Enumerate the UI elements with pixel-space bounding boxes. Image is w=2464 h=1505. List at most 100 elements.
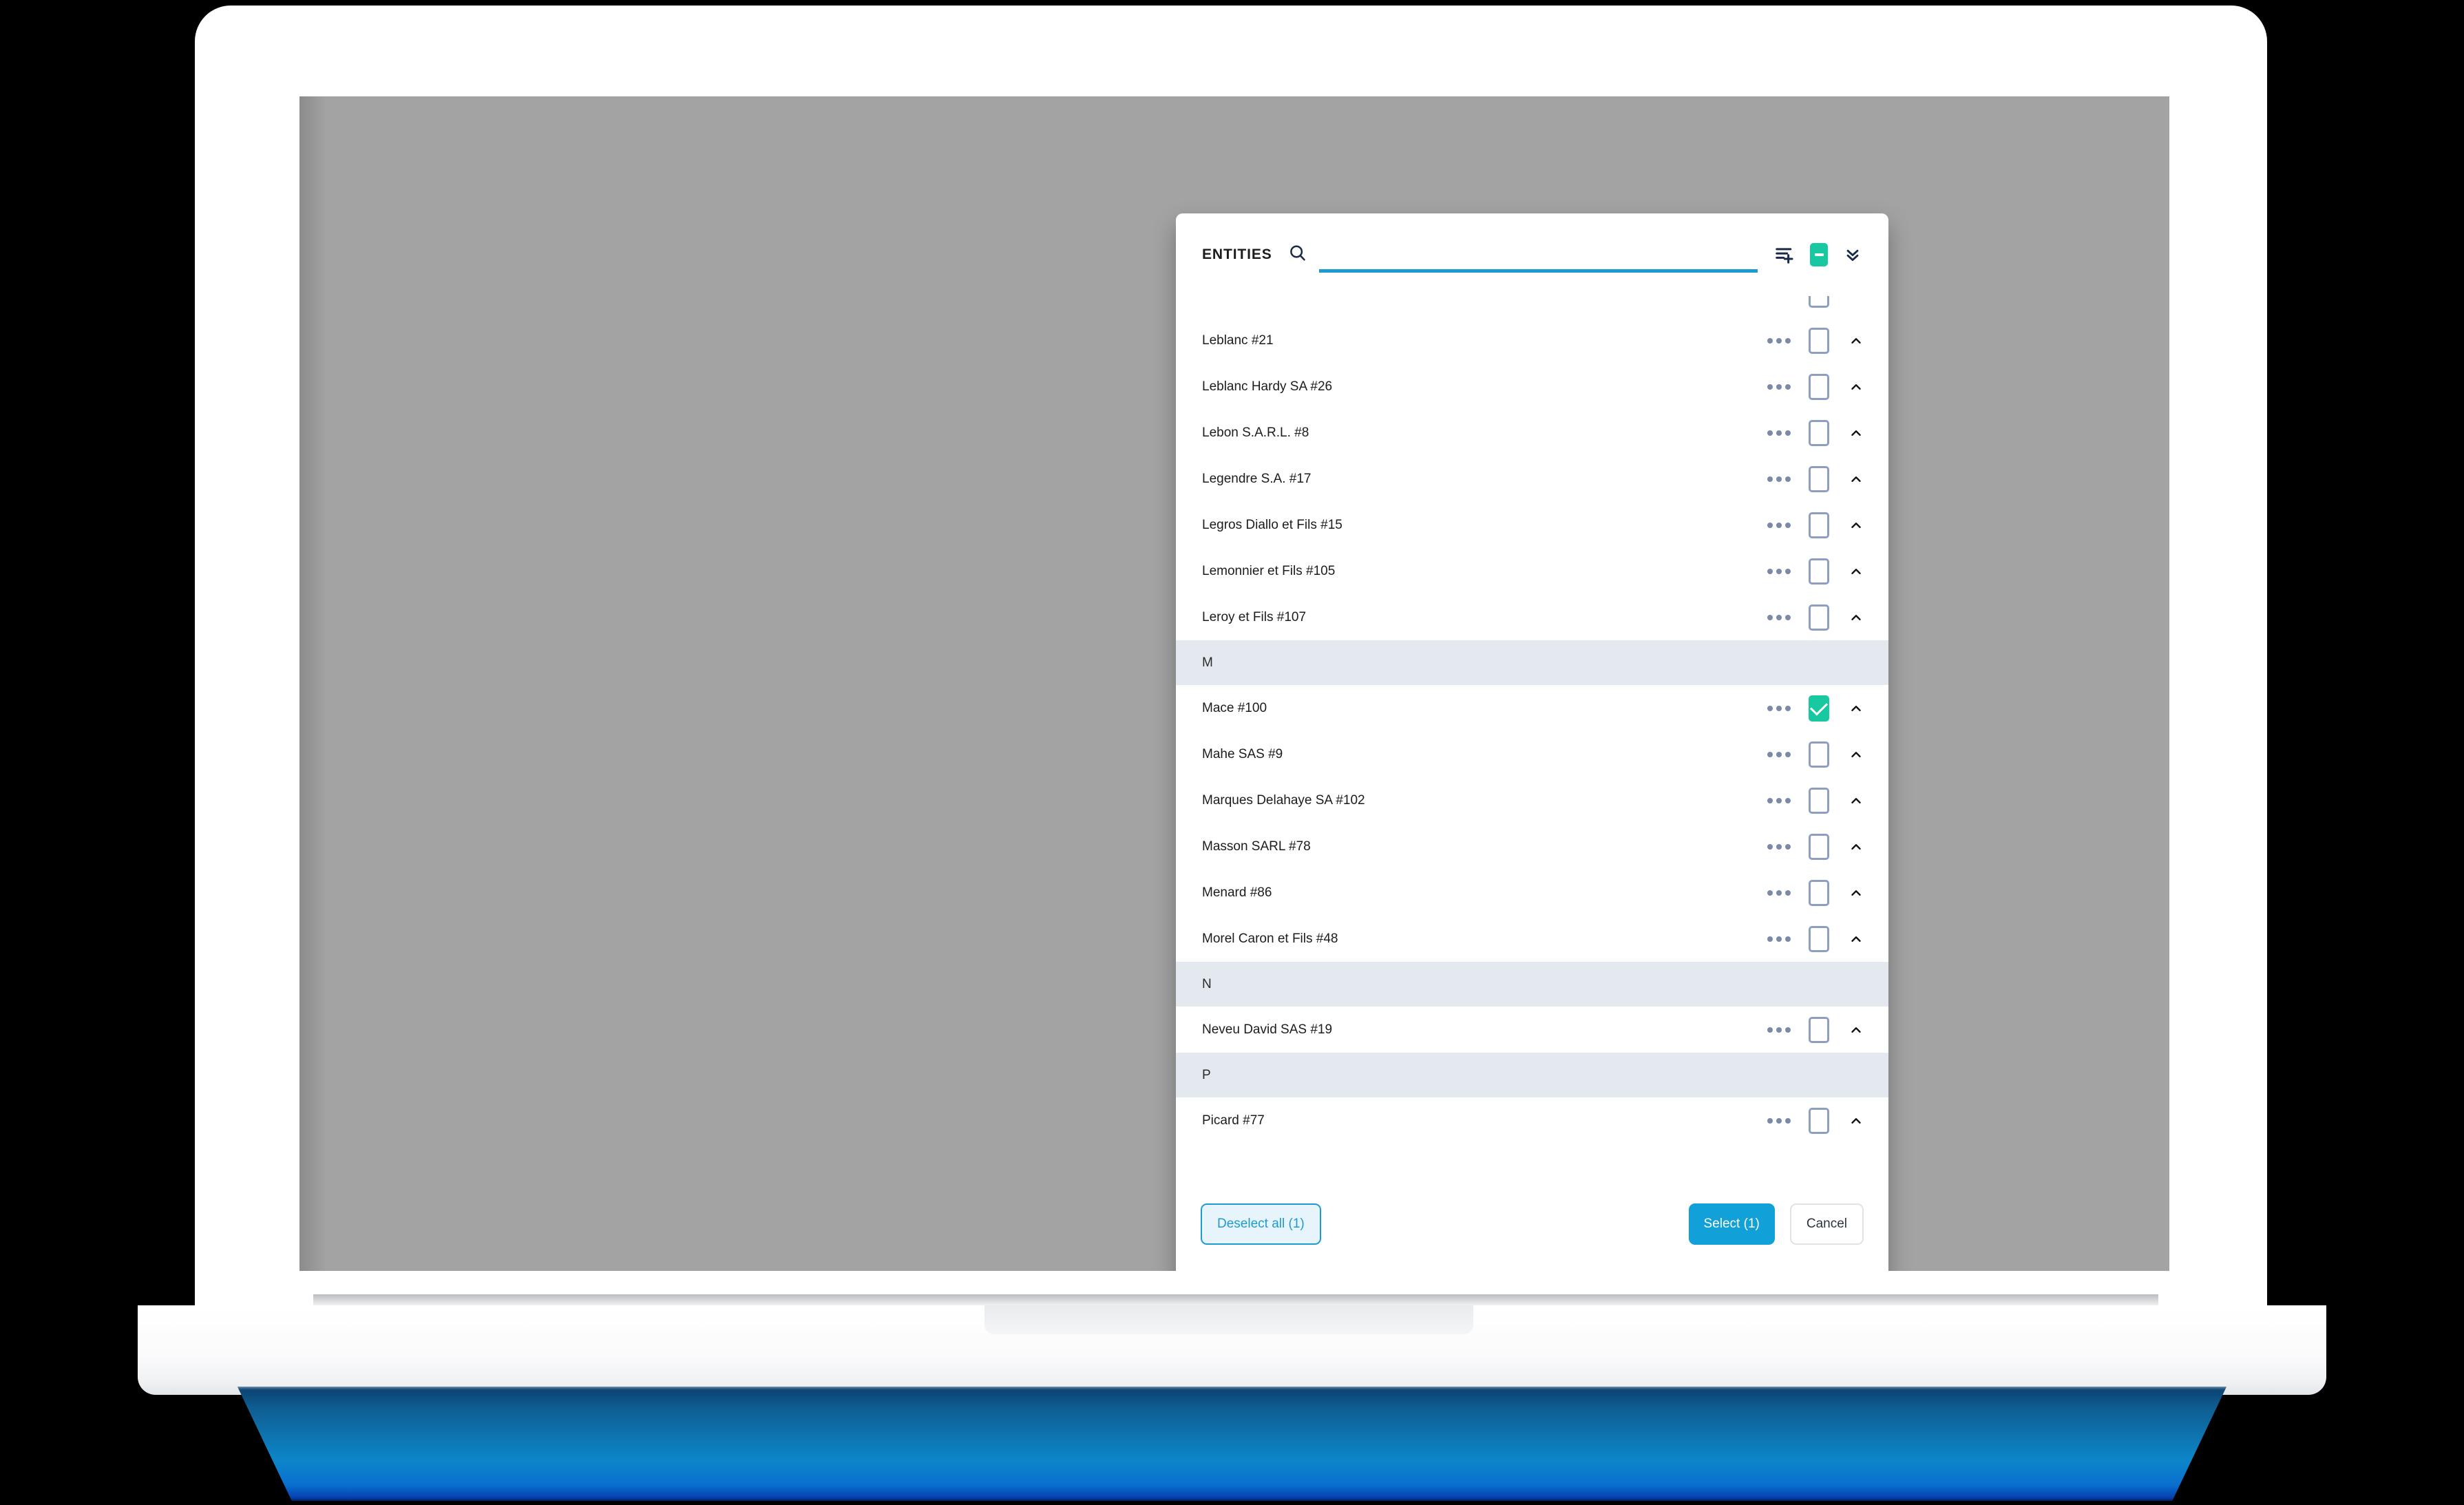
row-actions — [1767, 512, 1865, 538]
list-item[interactable]: Mahe SAS #9 — [1176, 731, 1888, 777]
chevron-up-icon[interactable] — [1847, 332, 1865, 350]
row-checkbox[interactable] — [1809, 695, 1829, 722]
row-checkbox[interactable] — [1809, 296, 1829, 308]
row-actions — [1767, 465, 1865, 492]
collapse-all-icon[interactable] — [1843, 245, 1862, 264]
list-item[interactable]: Menard #86 — [1176, 870, 1888, 916]
more-options-icon[interactable] — [1767, 614, 1791, 620]
dot — [1767, 797, 1773, 803]
list-item[interactable]: Leroy et Fils #107 — [1176, 594, 1888, 640]
list-item[interactable]: Legros Diallo et Fils #15 — [1176, 502, 1888, 548]
list-section-header: M — [1176, 640, 1888, 685]
chevron-up-icon[interactable] — [1847, 746, 1865, 764]
row-checkbox[interactable] — [1809, 879, 1829, 906]
more-options-icon[interactable] — [1767, 522, 1791, 528]
list-item[interactable]: Mace #100 — [1176, 685, 1888, 731]
chevron-up-icon[interactable] — [1847, 1021, 1865, 1039]
row-checkbox[interactable] — [1809, 465, 1829, 492]
chevron-up-icon[interactable] — [1847, 1112, 1865, 1130]
list-item[interactable]: Marques Delahaye SA #102 — [1176, 777, 1888, 823]
dot — [1785, 337, 1791, 344]
dot — [1776, 1117, 1782, 1124]
chevron-up-icon[interactable] — [1847, 699, 1865, 717]
row-checkbox[interactable] — [1809, 512, 1829, 538]
more-options-icon[interactable] — [1767, 430, 1791, 436]
dot — [1767, 705, 1773, 711]
chevron-up-icon[interactable] — [1847, 792, 1865, 810]
select-button[interactable]: Select (1) — [1688, 1203, 1775, 1245]
chevron-up-icon[interactable] — [1847, 930, 1865, 948]
dot — [1776, 936, 1782, 942]
dot — [1785, 430, 1791, 436]
more-options-icon[interactable] — [1767, 797, 1791, 803]
dot — [1776, 430, 1782, 436]
more-options-icon[interactable] — [1767, 936, 1791, 942]
more-options-icon[interactable] — [1767, 383, 1791, 390]
more-options-icon[interactable] — [1767, 1027, 1791, 1033]
indeterminate-checkbox-icon[interactable] — [1810, 243, 1828, 266]
row-checkbox[interactable] — [1809, 741, 1829, 768]
section-letter: P — [1202, 1067, 1211, 1082]
row-checkbox[interactable] — [1809, 419, 1829, 446]
more-options-icon[interactable] — [1767, 337, 1791, 344]
row-checkbox[interactable] — [1809, 1107, 1829, 1134]
row-checkbox[interactable] — [1809, 327, 1829, 354]
list-item[interactable]: Masson SARL #78 — [1176, 823, 1888, 870]
row-checkbox[interactable] — [1809, 373, 1829, 400]
row-checkbox[interactable] — [1809, 558, 1829, 585]
list-item[interactable]: Leblanc #21 — [1176, 317, 1888, 364]
row-checkbox[interactable] — [1809, 1016, 1829, 1043]
more-options-icon[interactable] — [1767, 568, 1791, 574]
list-item[interactable]: Leblanc Hardy SA #26 — [1176, 364, 1888, 410]
more-options-icon[interactable] — [1767, 751, 1791, 757]
row-checkbox[interactable] — [1809, 787, 1829, 814]
chevron-up-icon[interactable] — [1847, 516, 1865, 534]
search-input[interactable] — [1318, 242, 1758, 273]
list-item[interactable] — [1176, 296, 1888, 317]
entity-name: Menard #86 — [1202, 885, 1272, 900]
chevron-up-icon[interactable] — [1847, 838, 1865, 856]
chevron-up-icon[interactable] — [1847, 378, 1865, 396]
search-field — [1318, 237, 1758, 273]
entity-name: Mahe SAS #9 — [1202, 746, 1283, 761]
chevron-up-icon[interactable] — [1847, 609, 1865, 627]
footer-primary-actions: Select (1) Cancel — [1688, 1203, 1864, 1245]
entity-name: Morel Caron et Fils #48 — [1202, 931, 1338, 946]
dot — [1767, 430, 1773, 436]
add-to-list-icon[interactable] — [1774, 244, 1795, 265]
row-checkbox[interactable] — [1809, 604, 1829, 631]
entity-name: Legros Diallo et Fils #15 — [1202, 517, 1342, 532]
entity-list[interactable]: Leblanc #21 Leblanc Hardy SA #26 Lebon S… — [1176, 296, 1888, 1184]
list-item[interactable]: Lebon S.A.R.L. #8 — [1176, 410, 1888, 456]
dot — [1785, 522, 1791, 528]
cancel-button[interactable]: Cancel — [1789, 1203, 1864, 1245]
chevron-up-icon[interactable] — [1847, 884, 1865, 902]
list-item[interactable]: Lemonnier et Fils #105 — [1176, 548, 1888, 594]
chevron-up-icon[interactable] — [1847, 424, 1865, 442]
list-item[interactable]: Picard #77 — [1176, 1097, 1888, 1144]
entity-name: Leblanc Hardy SA #26 — [1202, 379, 1333, 394]
list-item[interactable]: Morel Caron et Fils #48 — [1176, 916, 1888, 962]
row-actions — [1767, 1016, 1865, 1043]
more-options-icon[interactable] — [1767, 1117, 1791, 1124]
list-section-header: P — [1176, 1053, 1888, 1097]
list-item[interactable]: Neveu David SAS #19 — [1176, 1007, 1888, 1053]
more-options-icon[interactable] — [1767, 476, 1791, 482]
entity-name: Masson SARL #78 — [1202, 839, 1311, 854]
dot — [1785, 936, 1791, 942]
list-item[interactable]: Legendre S.A. #17 — [1176, 456, 1888, 502]
more-options-icon[interactable] — [1767, 890, 1791, 896]
chevron-up-icon[interactable] — [1847, 562, 1865, 580]
chevron-up-icon[interactable] — [1847, 470, 1865, 488]
dot — [1785, 751, 1791, 757]
deselect-all-button[interactable]: Deselect all (1) — [1201, 1203, 1321, 1245]
dot — [1776, 705, 1782, 711]
more-options-icon[interactable] — [1767, 843, 1791, 850]
row-checkbox[interactable] — [1809, 925, 1829, 952]
dot — [1776, 890, 1782, 896]
row-checkbox[interactable] — [1809, 833, 1829, 860]
more-options-icon[interactable] — [1767, 705, 1791, 711]
dialog-footer: Deselect all (1) Select (1) Cancel — [1176, 1184, 1888, 1271]
dot — [1776, 1027, 1782, 1033]
dot — [1785, 705, 1791, 711]
